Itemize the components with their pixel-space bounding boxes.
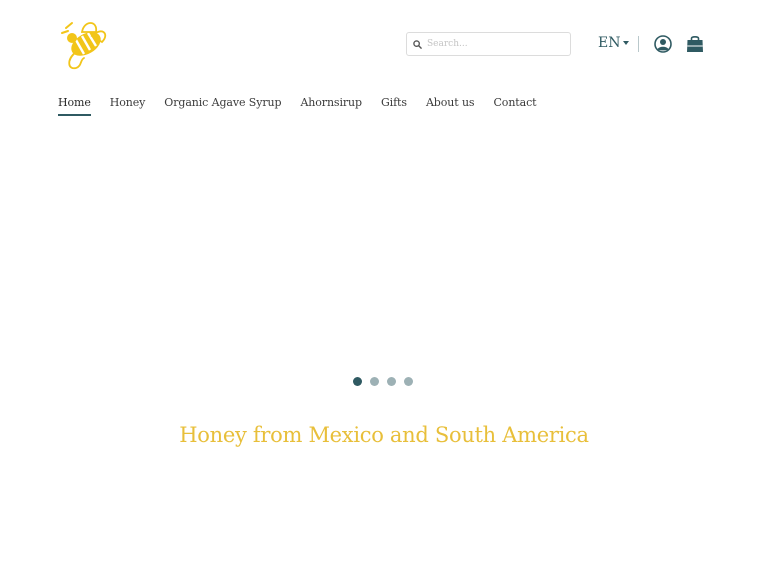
carousel-indicators xyxy=(353,377,413,386)
hero-headline: Honey from Mexico and South America xyxy=(179,423,589,447)
main-nav: Home Honey Organic Agave Syrup Ahornsiru… xyxy=(58,96,537,116)
nav-item-about-us[interactable]: About us xyxy=(426,96,475,116)
nav-item-gifts[interactable]: Gifts xyxy=(381,96,407,116)
header-divider xyxy=(638,36,639,52)
search-box[interactable] xyxy=(406,32,571,56)
nav-item-organic-agave-syrup[interactable]: Organic Agave Syrup xyxy=(164,96,281,116)
carousel-dot[interactable] xyxy=(353,377,362,386)
bee-logo-icon[interactable] xyxy=(58,18,110,72)
nav-item-home[interactable]: Home xyxy=(58,96,91,116)
page: EN Home Honey Organic Agave Syrup Ahorns… xyxy=(0,0,768,576)
language-selector[interactable]: EN xyxy=(598,35,630,51)
language-label: EN xyxy=(598,35,621,51)
carousel-dot[interactable] xyxy=(404,377,413,386)
carousel-dot[interactable] xyxy=(370,377,379,386)
carousel-dot[interactable] xyxy=(387,377,396,386)
user-circle-icon[interactable] xyxy=(654,35,672,53)
search-input[interactable] xyxy=(427,39,562,49)
nav-item-honey[interactable]: Honey xyxy=(110,96,146,116)
caret-down-icon xyxy=(623,41,630,45)
nav-item-contact[interactable]: Contact xyxy=(493,96,536,116)
nav-item-ahornsirup[interactable]: Ahornsirup xyxy=(300,96,362,116)
shopping-bag-icon[interactable] xyxy=(686,34,704,53)
search-icon xyxy=(413,39,422,49)
